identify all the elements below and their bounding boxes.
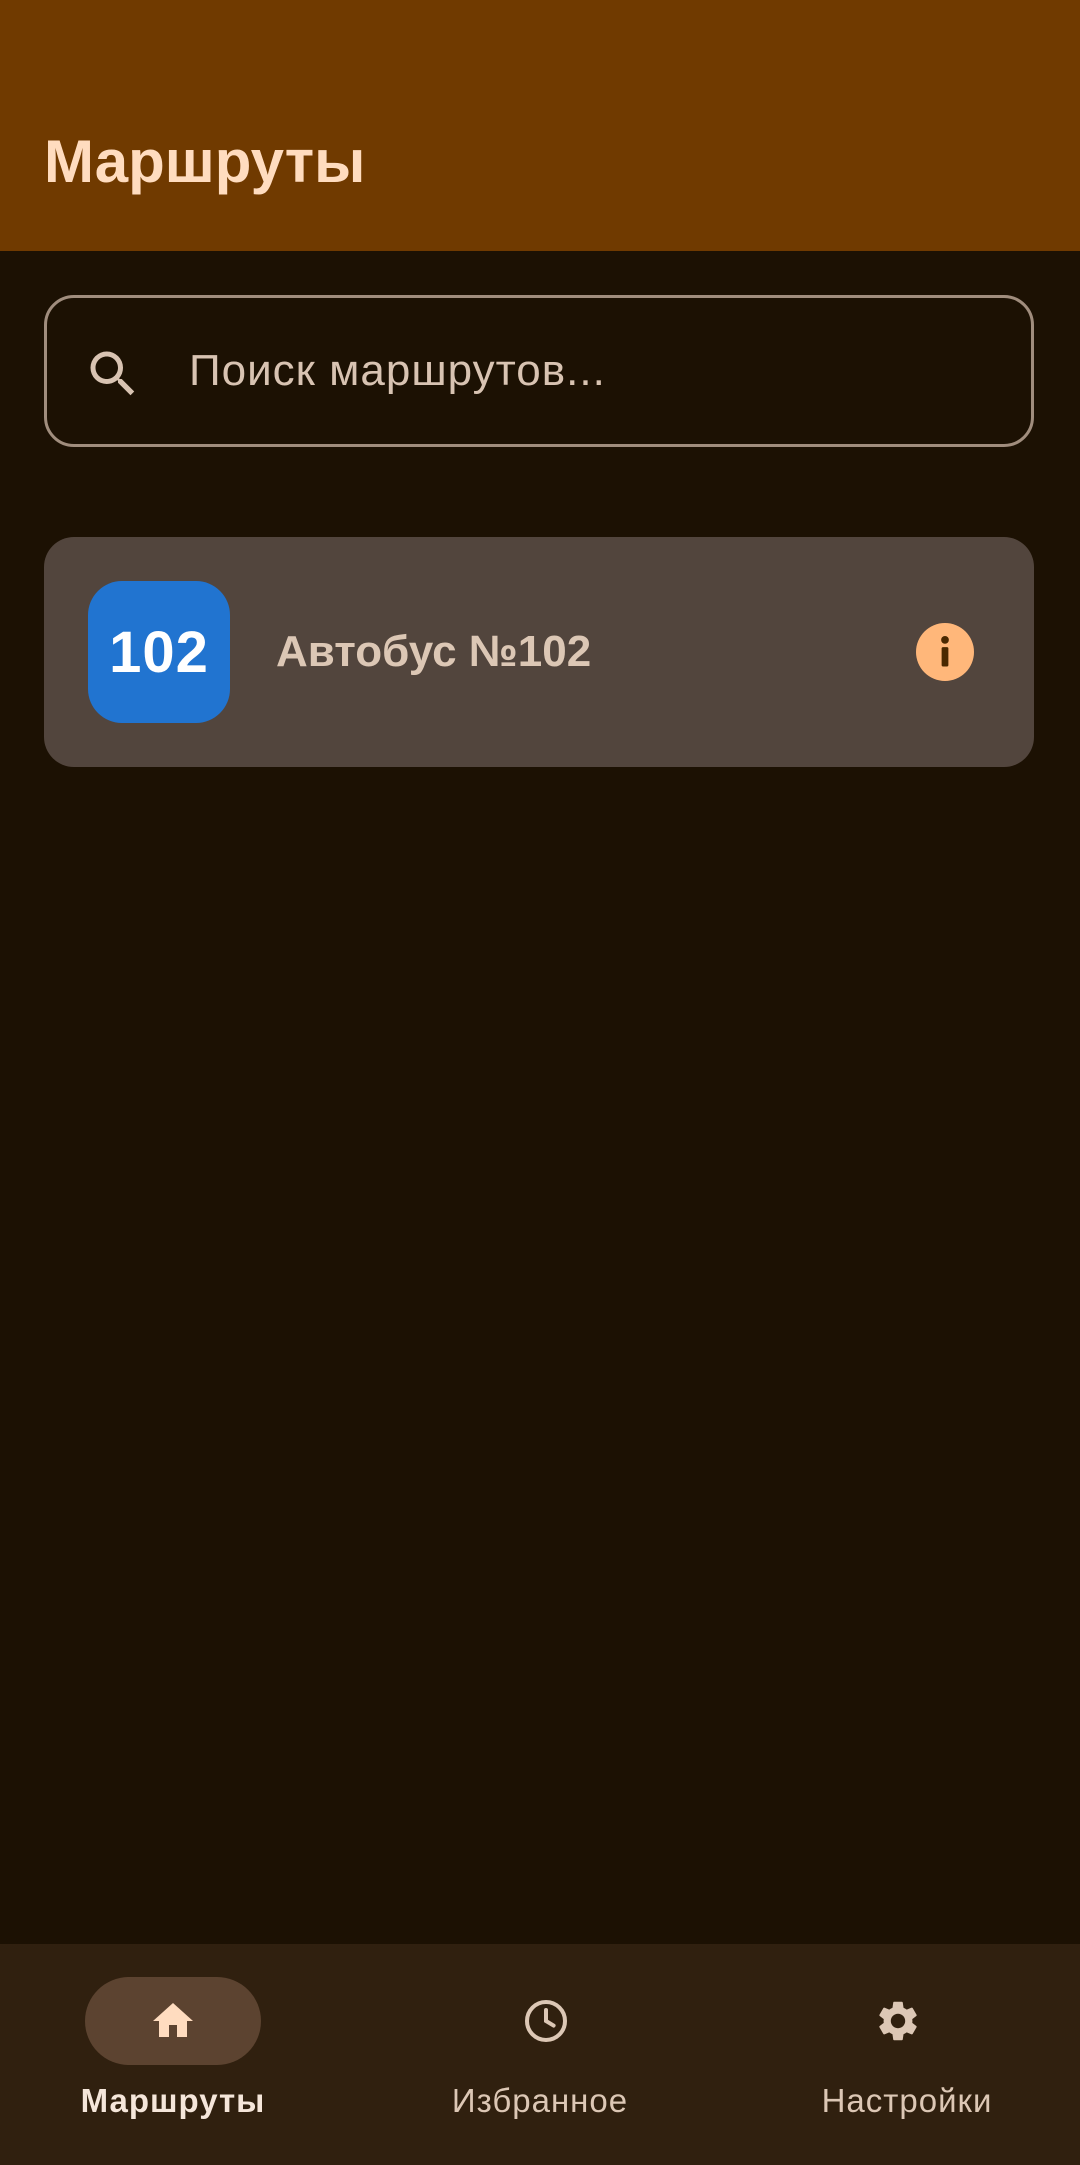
route-number-badge: 102 [88,581,230,723]
nav-label-routes: Маршруты [80,2082,266,2119]
page-title: Маршруты [44,128,366,195]
search-input[interactable] [189,298,969,444]
gear-icon [879,2001,917,2041]
route-card[interactable]: 102 Автобус №102 [44,537,1034,767]
nav-item-settings[interactable]: Настройки [734,1944,1080,2165]
clock-icon [525,2000,567,2042]
nav-label-favorites: Избранное [451,2082,629,2119]
route-name: Автобус №102 [276,627,592,676]
search-box[interactable] [44,295,1034,447]
nav-label-settings: Настройки [821,2082,993,2119]
info-icon[interactable] [916,623,974,681]
bottom-navigation: Маршруты Избранное Настройки [0,1944,1080,2165]
app-bar: Маршруты [0,0,1080,251]
nav-item-favorites[interactable]: Избранное [367,1944,727,2165]
nav-item-routes[interactable]: Маршруты [0,1944,360,2165]
home-icon [153,2003,193,2037]
search-icon [90,351,135,396]
